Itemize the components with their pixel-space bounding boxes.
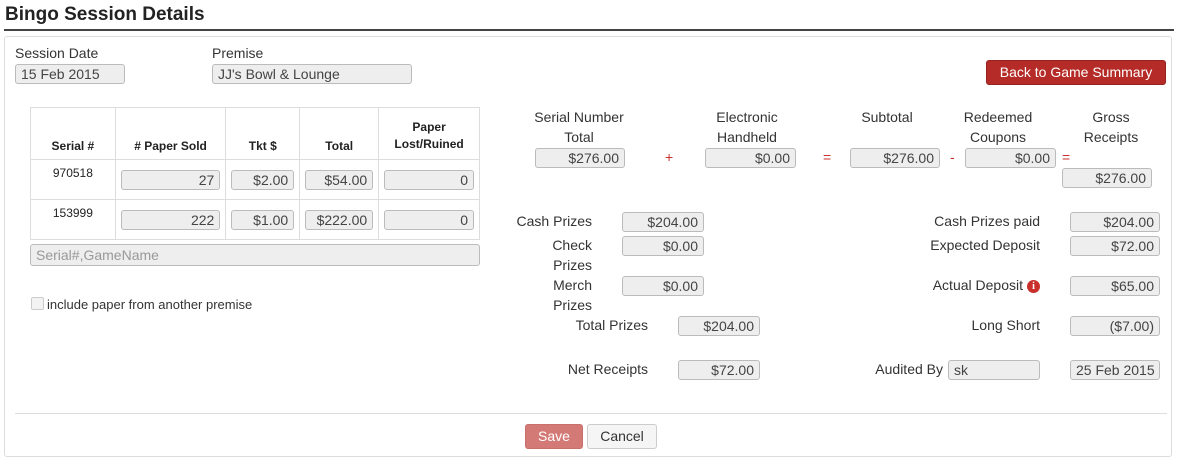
electronic-handheld-label: Electronic Handheld	[716, 109, 778, 145]
check-prizes-label: Check Prizes	[552, 237, 592, 273]
column-header-paper-sold: # Paper Sold	[114, 107, 227, 160]
equals-operator: =	[1062, 149, 1071, 165]
include-paper-label: include paper from another premise	[47, 297, 253, 312]
cash-prizes-paid-field[interactable]: $204.00	[1070, 212, 1160, 232]
subtotal-label: Subtotal	[861, 109, 913, 125]
page-title: Bingo Session Details	[5, 4, 205, 25]
minus-operator: -	[950, 149, 955, 165]
expected-deposit-field[interactable]: $72.00	[1070, 236, 1160, 256]
total-prizes-label: Total Prizes	[575, 317, 648, 333]
premise-field[interactable]: JJ's Bowl & Lounge	[212, 64, 412, 84]
electronic-handheld-field[interactable]: $0.00	[705, 148, 796, 168]
column-header-paper-lost: Paper Lost/Ruined	[378, 107, 480, 160]
table-row: 153999 222 $1.00 $222.00 0	[30, 199, 480, 240]
save-button[interactable]: Save	[525, 424, 583, 449]
table-header-row: Serial # # Paper Sold Tkt $ Total Paper …	[30, 107, 480, 160]
tkt-price-field[interactable]: $2.00	[231, 169, 295, 190]
table-row: 970518 27 $2.00 $54.00 0	[30, 159, 480, 200]
tkt-price-field[interactable]: $1.00	[231, 209, 295, 230]
net-receipts-field[interactable]: $72.00	[678, 360, 760, 380]
subtotal-field[interactable]: $276.00	[850, 148, 940, 168]
expected-deposit-label: Expected Deposit	[930, 237, 1040, 253]
premise-label: Premise	[212, 45, 264, 61]
paper-lost-field[interactable]: 0	[384, 169, 474, 190]
plus-operator: +	[665, 149, 674, 165]
column-header-serial: Serial #	[30, 107, 116, 160]
actual-deposit-field[interactable]: $65.00	[1070, 276, 1160, 296]
cash-prizes-field[interactable]: $204.00	[622, 212, 704, 232]
cash-prizes-paid-label: Cash Prizes paid	[934, 213, 1040, 229]
gross-receipts-field[interactable]: $276.00	[1062, 168, 1152, 188]
cancel-button[interactable]: Cancel	[587, 424, 657, 449]
net-receipts-label: Net Receipts	[567, 361, 648, 377]
gross-receipts-label: Gross Receipts	[1083, 109, 1139, 145]
cash-prizes-label: Cash Prizes	[516, 213, 592, 229]
paper-sold-field[interactable]: 222	[120, 209, 221, 230]
total-field[interactable]: $54.00	[305, 169, 374, 190]
serial-total-field[interactable]: $276.00	[535, 148, 625, 168]
paper-lost-field[interactable]: 0	[384, 209, 474, 230]
footer-divider	[15, 413, 1167, 414]
long-short-label: Long Short	[971, 317, 1041, 333]
audited-date-field[interactable]: 25 Feb 2015	[1070, 360, 1160, 380]
total-field[interactable]: $222.00	[305, 209, 374, 230]
audited-by-field[interactable]: sk	[948, 360, 1040, 380]
actual-deposit-text: Actual Deposit	[932, 277, 1023, 293]
column-header-tkt: Tkt $	[225, 107, 301, 160]
serial-total-label: Serial Number Total	[534, 109, 624, 145]
paper-table: Serial # # Paper Sold Tkt $ Total Paper …	[30, 107, 480, 240]
info-icon[interactable]: i	[1027, 280, 1040, 293]
serial-cell: 970518	[30, 159, 116, 200]
audited-by-label: Audited By	[875, 361, 943, 377]
title-divider	[4, 29, 1174, 31]
total-prizes-field[interactable]: $204.00	[678, 316, 760, 336]
redeemed-coupons-label: Redeemed Coupons	[963, 109, 1033, 145]
merch-prizes-field[interactable]: $0.00	[622, 276, 704, 296]
actual-deposit-label: Actual Deposit i	[880, 275, 1040, 295]
merch-prizes-label: Merch Prizes	[553, 277, 592, 313]
redeemed-coupons-field[interactable]: $0.00	[965, 148, 1056, 168]
back-to-game-summary-button[interactable]: Back to Game Summary	[986, 60, 1166, 85]
long-short-field[interactable]: ($7.00)	[1070, 316, 1160, 336]
equals-operator: =	[823, 149, 832, 165]
column-header-total: Total	[299, 107, 380, 160]
session-date-field[interactable]: 15 Feb 2015	[15, 64, 125, 84]
checkbox-icon[interactable]	[31, 297, 44, 310]
serial-search-input[interactable]: Serial#,GameName	[30, 244, 480, 266]
session-date-label: Session Date	[15, 45, 99, 61]
check-prizes-field[interactable]: $0.00	[622, 236, 704, 256]
serial-cell: 153999	[30, 199, 116, 240]
paper-sold-field[interactable]: 27	[120, 169, 221, 190]
